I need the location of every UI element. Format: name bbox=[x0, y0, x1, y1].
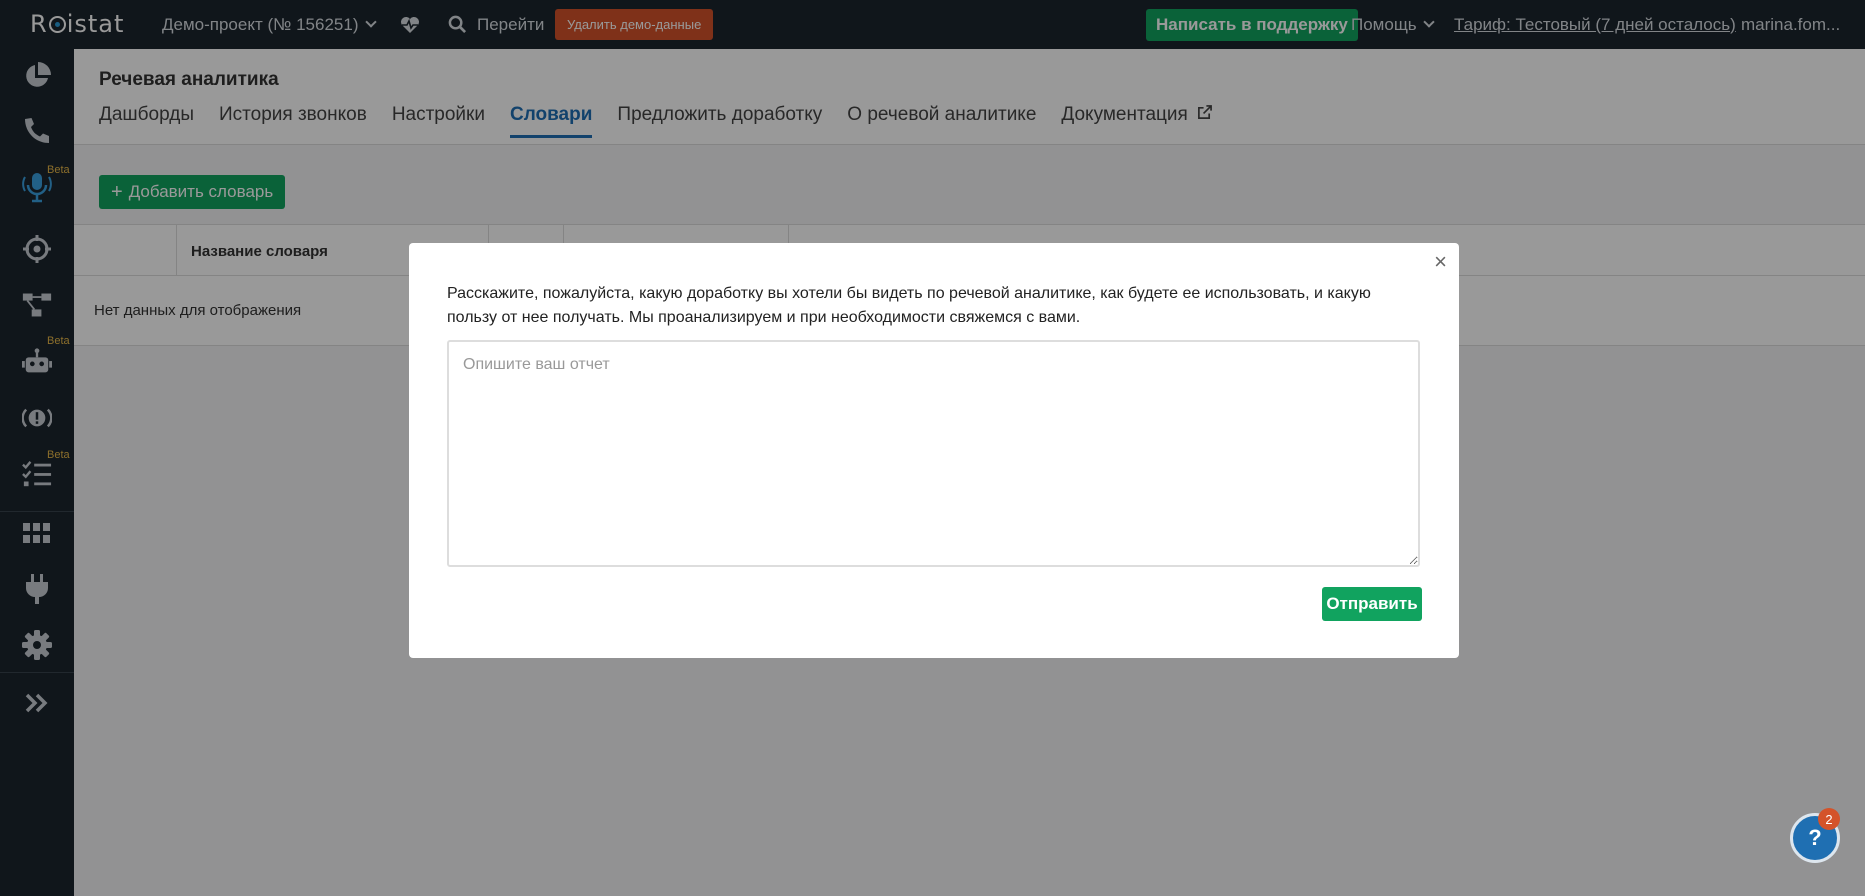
suggest-improvement-modal: × Расскажите, пожалуйста, какую доработк… bbox=[409, 243, 1459, 658]
report-textarea[interactable] bbox=[447, 340, 1420, 567]
submit-button[interactable]: Отправить bbox=[1322, 587, 1422, 621]
modal-description: Расскажите, пожалуйста, какую доработку … bbox=[447, 285, 1371, 326]
notification-badge: 2 bbox=[1818, 808, 1840, 830]
close-icon[interactable]: × bbox=[1434, 249, 1447, 275]
